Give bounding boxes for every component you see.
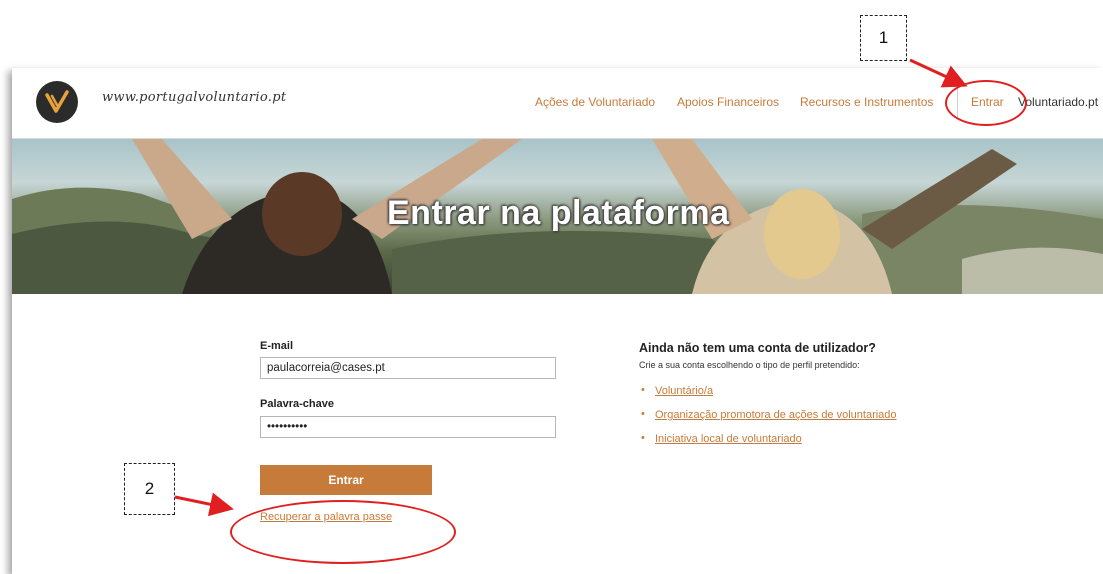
nav-apoios-financeiros[interactable]: Apoios Financeiros [677, 95, 779, 109]
highlight-recover-circle [230, 500, 456, 564]
bullet-icon: • [641, 384, 645, 396]
signup-organizacao-link[interactable]: Organização promotora de ações de volunt… [655, 409, 897, 421]
annotation-marker-2: 2 [124, 463, 175, 515]
signup-iniciativa-link[interactable]: Iniciativa local de voluntariado [655, 433, 802, 445]
email-field[interactable]: paulacorreia@cases.pt [260, 357, 556, 379]
logo-text[interactable]: www.portugalvoluntario.pt [102, 90, 286, 105]
bullet-icon: • [641, 432, 645, 444]
nav-recursos-instrumentos[interactable]: Recursos e Instrumentos [800, 95, 933, 109]
highlight-entrar-circle [945, 80, 1027, 126]
nav-voluntariado-pt[interactable]: Voluntariado.pt [1018, 95, 1098, 109]
site-header: www.portugalvoluntario.pt Ações de Volun… [12, 68, 1103, 139]
password-label: Palavra-chave [260, 398, 334, 410]
signup-voluntario-link[interactable]: Voluntário/a [655, 385, 713, 397]
password-field[interactable]: •••••••••• [260, 416, 556, 438]
browser-page: www.portugalvoluntario.pt Ações de Volun… [12, 68, 1103, 574]
nav-acoes-voluntariado[interactable]: Ações de Voluntariado [535, 95, 655, 109]
email-label: E-mail [260, 340, 294, 352]
login-button[interactable]: Entrar [260, 465, 432, 495]
signup-subtitle: Crie a sua conta escolhendo o tipo de pe… [639, 360, 860, 370]
logo-icon[interactable] [36, 81, 78, 123]
hero-title: Entrar na plataforma [387, 194, 730, 232]
annotation-marker-1: 1 [860, 15, 907, 61]
bullet-icon: • [641, 408, 645, 420]
hero-banner: Entrar na plataforma [12, 139, 1103, 294]
signup-title: Ainda não tem uma conta de utilizador? [639, 341, 876, 355]
